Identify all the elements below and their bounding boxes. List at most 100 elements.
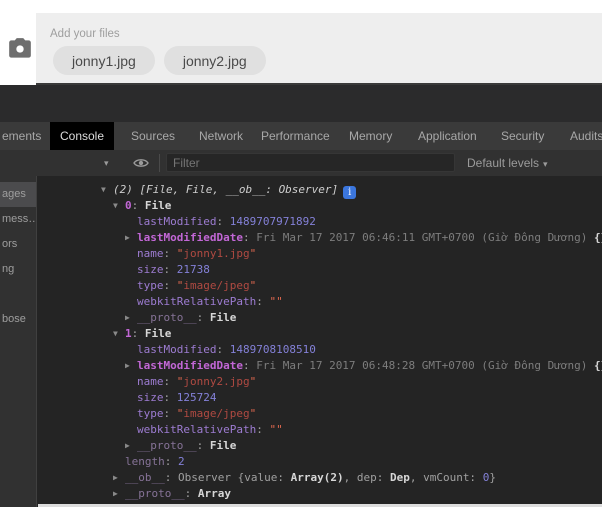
- tab-performance[interactable]: Performance: [261, 122, 330, 150]
- file-chip[interactable]: jonny2.jpg: [163, 46, 266, 75]
- console-token: 125724: [176, 391, 217, 404]
- console-token: :: [163, 407, 177, 420]
- console-message-line: size: 125724: [38, 390, 602, 406]
- console-token: size: [137, 391, 164, 404]
- console-message-line: lastModified: 1489708108510: [38, 342, 602, 358]
- tab-audits[interactable]: Audits: [570, 122, 602, 150]
- console-message-line: ▶ lastModifiedDate: Fri Mar 17 2017 06:46…: [38, 230, 602, 246]
- console-token: :: [163, 247, 177, 260]
- eye-icon-glyph: [133, 159, 149, 167]
- tab-application[interactable]: Application: [418, 122, 477, 150]
- console-token: 1489707971892: [229, 215, 316, 228]
- console-token: File: [209, 439, 237, 452]
- tab-security[interactable]: Security: [501, 122, 544, 150]
- expand-triangle-icon[interactable]: ▶: [125, 310, 130, 326]
- console-token: "": [269, 423, 283, 436]
- devtools-tab-bar: ements Console Sources Network Performance Me…: [0, 122, 602, 150]
- console-filter-item[interactable]: mess…: [0, 207, 36, 232]
- context-selector-caret-icon[interactable]: ▾: [104, 150, 109, 176]
- expand-triangle-icon[interactable]: ▶: [113, 486, 118, 502]
- console-token: :: [242, 231, 257, 244]
- upload-panel-label: Add your files: [50, 28, 120, 40]
- tab-sources[interactable]: Sources: [131, 122, 175, 150]
- console-token: :: [164, 455, 178, 468]
- devtools-panel: ements Console Sources Network Performance Me…: [0, 122, 602, 507]
- console-token: :: [163, 391, 177, 404]
- console-token: jonny2.jpg: [183, 375, 250, 388]
- console-message-line: size: 21738: [38, 262, 602, 278]
- console-token: 2: [178, 455, 185, 468]
- console-message-line: webkitRelativePath: "": [38, 294, 602, 310]
- console-message-line: length: 2: [38, 454, 602, 470]
- console-token: lastModified: [137, 343, 217, 356]
- console-token: :: [256, 423, 270, 436]
- collapse-triangle-icon[interactable]: ▼: [101, 182, 106, 198]
- console-token: File: [209, 311, 237, 324]
- console-token: :: [184, 487, 198, 500]
- console-token: ": [249, 407, 257, 420]
- tab-memory[interactable]: Memory: [349, 122, 392, 150]
- console-message-line: lastModified: 1489707971892: [38, 214, 602, 230]
- eye-icon[interactable]: [132, 154, 150, 172]
- console-token: :: [216, 215, 230, 228]
- console-token: lastModified: [137, 215, 217, 228]
- console-token: Observer: [178, 471, 238, 484]
- console-token: :: [131, 199, 145, 212]
- console-message-line: webkitRelativePath: "": [38, 422, 602, 438]
- console-token: name: [137, 375, 164, 388]
- console-message-line: ▶ __proto__: File: [38, 310, 602, 326]
- console-message-line: type: "image/jpeg": [38, 406, 602, 422]
- console-filter-item[interactable]: bose: [0, 307, 36, 332]
- console-token: :: [256, 295, 270, 308]
- console-message-line: ▼ (2) [File, File, __ob__: Observer] i: [38, 182, 602, 199]
- camera-icon[interactable]: [7, 36, 33, 62]
- expand-triangle-icon[interactable]: ▶: [125, 230, 130, 246]
- console-token: ": [249, 247, 257, 260]
- collapse-triangle-icon[interactable]: ▼: [113, 198, 118, 214]
- console-token: jonny1.jpg: [183, 247, 250, 260]
- console-message-line: ▶ __ob__: Observer {value: Array(2), dep:…: [38, 470, 602, 486]
- console-token: "": [269, 295, 283, 308]
- tab-ements[interactable]: ements: [2, 122, 41, 150]
- console-token: vmCount:: [423, 471, 483, 484]
- console-filter-item[interactable]: [0, 282, 36, 307]
- console-sidebar: ages mess… ors ng bose: [0, 176, 37, 507]
- console-message-line: type: "image/jpeg": [38, 278, 602, 294]
- file-chip[interactable]: jonny1.jpg: [53, 46, 155, 75]
- chevron-down-icon: ▾: [543, 159, 548, 169]
- console-token: :: [196, 311, 210, 324]
- console-token: ,: [343, 471, 357, 484]
- console-token: (2) [File, File, __ob__: Observer]: [113, 183, 339, 196]
- console-token: [587, 359, 594, 372]
- console-token: Dep: [389, 471, 410, 484]
- console-token: 0: [125, 199, 132, 212]
- console-token: image/jpeg: [183, 279, 250, 292]
- console-token: 21738: [176, 263, 210, 276]
- console-token: image/jpeg: [183, 407, 250, 420]
- console-token: :: [131, 327, 145, 340]
- default-levels-dropdown[interactable]: Default levels ▾: [467, 150, 548, 176]
- console-filter-item[interactable]: ng: [0, 257, 36, 282]
- console-token: :: [163, 375, 177, 388]
- console-token: lastModifiedDate: [137, 231, 243, 244]
- tab-network[interactable]: Network: [199, 122, 243, 150]
- console-filter-item[interactable]: ors: [0, 232, 36, 257]
- console-message-line: ▼ 1: File: [38, 326, 602, 342]
- tab-console[interactable]: Console: [50, 122, 114, 150]
- expand-triangle-icon[interactable]: ▶: [125, 358, 130, 374]
- console-message-line: name: "jonny1.jpg": [38, 246, 602, 262]
- console-message-line: name: "jonny2.jpg": [38, 374, 602, 390]
- console-token: dep:: [356, 471, 390, 484]
- expand-triangle-icon[interactable]: ▶: [113, 470, 118, 486]
- filter-input[interactable]: [166, 153, 455, 172]
- console-token: type: [137, 279, 164, 292]
- console-token: name: [137, 247, 164, 260]
- expand-triangle-icon[interactable]: ▶: [125, 438, 130, 454]
- collapse-triangle-icon[interactable]: ▼: [113, 326, 118, 342]
- file-chip-list: jonny1.jpg jonny2.jpg: [53, 46, 266, 75]
- console-token: size: [137, 263, 164, 276]
- console-message-line: ▼ 0: File: [38, 198, 602, 214]
- console-filter-item[interactable]: ages: [0, 182, 36, 207]
- console-token: :: [196, 439, 210, 452]
- console-toolbar: ▾ Default levels▾: [0, 150, 602, 176]
